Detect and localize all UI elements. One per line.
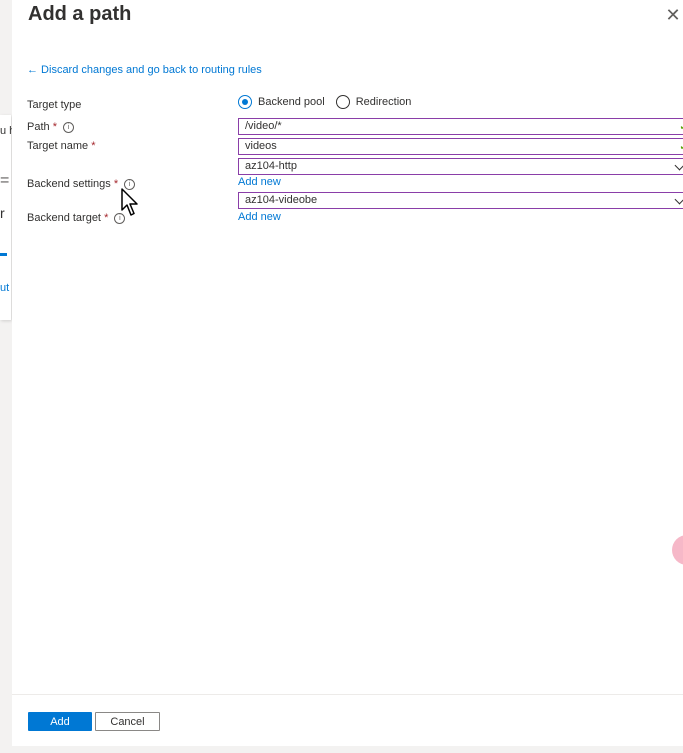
target-type-radio-group: Backend pool Redirection bbox=[238, 95, 419, 112]
cancel-button[interactable]: Cancel bbox=[95, 712, 160, 731]
panel-title: Add a path bbox=[28, 3, 132, 25]
valid-check-icon: ✓ bbox=[679, 139, 683, 154]
chevron-down-icon bbox=[674, 160, 683, 171]
backend-target-select[interactable]: az104-videobe bbox=[238, 192, 683, 209]
valid-check-icon: ✓ bbox=[679, 119, 683, 134]
backend-settings-select[interactable]: az104-http bbox=[238, 158, 683, 175]
background-menu-icon: = bbox=[0, 172, 10, 189]
info-icon[interactable]: i bbox=[62, 122, 74, 133]
chevron-down-icon bbox=[674, 194, 683, 205]
radio-selected-icon bbox=[238, 95, 252, 109]
footer-divider bbox=[12, 694, 683, 695]
add-new-backend-settings-link[interactable]: Add new bbox=[238, 176, 281, 188]
path-input[interactable]: /video/* ✓ bbox=[238, 118, 683, 135]
discard-back-link[interactable]: ← Discard changes and go back to routing… bbox=[27, 64, 262, 76]
radio-unselected-icon bbox=[335, 95, 350, 109]
radio-redirection[interactable]: Redirection bbox=[335, 95, 411, 109]
background-text-fragment: r bbox=[0, 205, 5, 221]
mouse-cursor-icon bbox=[121, 188, 138, 216]
radio-backend-pool[interactable]: Backend pool bbox=[238, 95, 325, 109]
backend-target-label: Backend target * i bbox=[27, 212, 126, 224]
target-name-label: Target name * bbox=[27, 140, 96, 152]
add-new-backend-target-link[interactable]: Add new bbox=[238, 211, 281, 223]
horizontal-scrollbar[interactable] bbox=[0, 746, 683, 753]
target-name-select[interactable]: videos ✓ bbox=[238, 138, 683, 155]
add-path-panel: Add a path ✕ ← Discard changes and go ba… bbox=[12, 0, 683, 753]
background-accent-bar bbox=[0, 253, 7, 256]
target-type-label: Target type bbox=[27, 99, 82, 111]
backend-settings-label: Backend settings * i bbox=[27, 178, 136, 190]
path-label: Path * i bbox=[27, 121, 74, 133]
background-link-fragment: ut bbox=[0, 282, 10, 294]
add-button[interactable]: Add bbox=[28, 712, 92, 731]
close-icon[interactable]: ✕ bbox=[665, 6, 681, 24]
